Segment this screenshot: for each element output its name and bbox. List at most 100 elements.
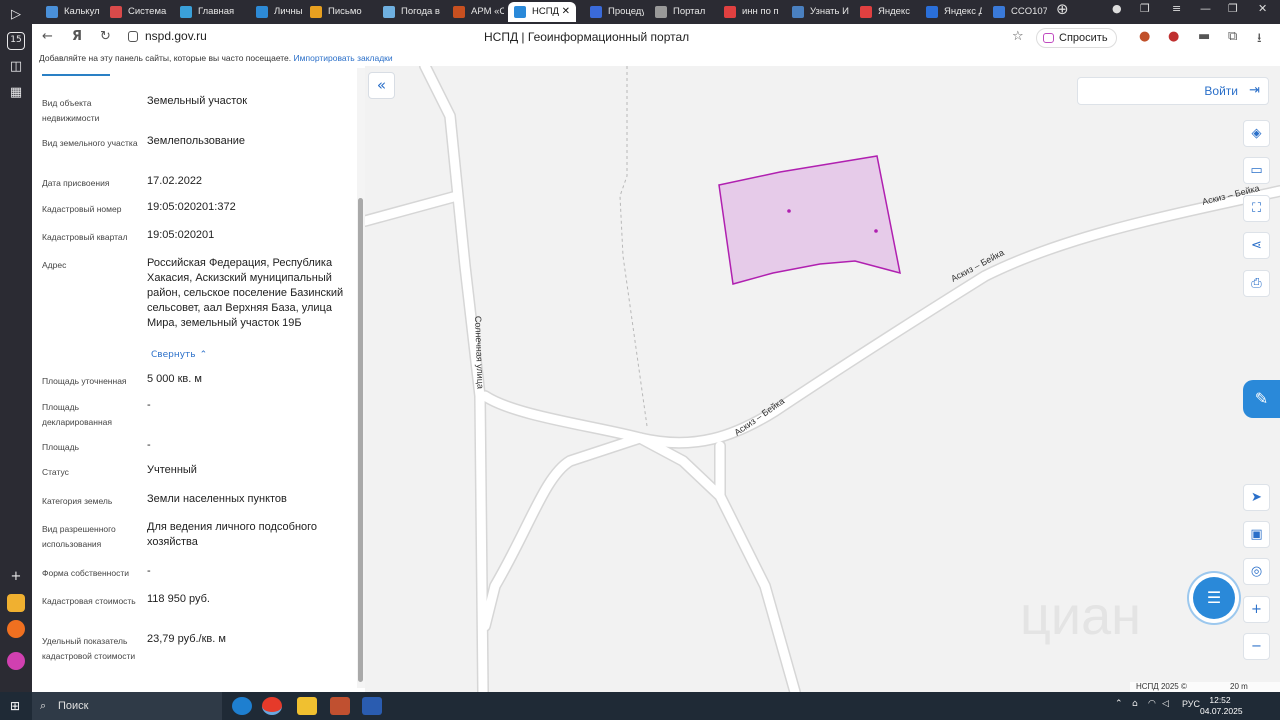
tab-label: Письмо <box>328 6 362 17</box>
tab[interactable]: Яндекс Д <box>920 2 982 22</box>
parcel-marker <box>787 209 791 213</box>
extension-icon[interactable]: ● <box>1139 29 1150 44</box>
info-label: Вид объекта недвижимости <box>42 98 100 123</box>
print-button[interactable]: ⎙ <box>1243 270 1270 297</box>
zoom-out-button[interactable]: − <box>1243 633 1270 660</box>
tab[interactable]: Процеду <box>584 2 644 22</box>
login-button[interactable]: Войти ⇥ <box>1077 77 1269 105</box>
app-icon[interactable] <box>330 697 350 715</box>
extension-icon[interactable]: ▬ <box>1198 29 1210 44</box>
tab[interactable]: Калькул <box>40 2 100 22</box>
geolocation-button[interactable]: ◎ <box>1243 558 1270 585</box>
tab-label: инн по п <box>742 6 779 17</box>
map-canvas[interactable]: Солнечная улица Аскиз – Бейка Аскиз – Бе… <box>365 66 1280 692</box>
yandex-browser-icon[interactable] <box>262 697 282 715</box>
new-tab-icon[interactable]: ⊕ <box>1056 0 1069 18</box>
land-parcel <box>718 155 901 285</box>
browser-sidebar: ▷ 15 ◫ ▦ + <box>0 0 32 692</box>
collections-icon[interactable]: ❐ <box>1140 2 1150 15</box>
tab[interactable]: Портал <box>649 2 713 22</box>
close-tab-icon[interactable]: ✕ <box>562 2 570 22</box>
profile-icon[interactable]: ● <box>1112 2 1122 15</box>
tab[interactable]: Личный <box>250 2 302 22</box>
select-area-button[interactable]: ⛶ <box>1243 195 1270 222</box>
app-icon[interactable] <box>7 620 25 638</box>
import-bookmarks-link[interactable]: Импортировать закладки <box>294 53 393 63</box>
back-icon[interactable]: ← <box>42 29 53 44</box>
ask-button[interactable]: Спросить <box>1036 28 1117 48</box>
collapse-address-link[interactable]: Свернуть ⌃ <box>147 349 207 360</box>
tab[interactable]: Яндекс <box>854 2 916 22</box>
share-button[interactable]: ⋖ <box>1243 232 1270 259</box>
info-label: Кадастровый номер <box>42 204 122 214</box>
tab[interactable]: Узнать И <box>786 2 850 22</box>
calendar-badge[interactable]: 15 <box>7 32 25 50</box>
tab[interactable]: АРМ «Сл <box>447 2 504 22</box>
tab-label: Узнать И <box>810 6 849 17</box>
info-value: - <box>147 399 151 411</box>
extensions-icon[interactable]: ⧉ <box>1228 29 1237 44</box>
zoom-in-button[interactable]: + <box>1243 596 1270 623</box>
info-value: Земли населенных пунктов <box>147 493 287 505</box>
extension-icon[interactable]: ● <box>1168 29 1179 44</box>
assistant-button[interactable]: ✎ <box>1243 380 1280 418</box>
ruler-button[interactable]: ▭ <box>1243 157 1270 184</box>
info-label: Площадь <box>42 442 80 452</box>
tab[interactable]: Система <box>104 2 170 22</box>
wifi-icon[interactable]: ◠ <box>1148 699 1156 709</box>
tab[interactable]: Погода в <box>377 2 443 22</box>
tab-label: CCО1072 <box>1011 6 1047 17</box>
restore-icon[interactable]: ❐ <box>1228 2 1238 15</box>
tab-bar: Калькул Система Главная Личный Письмо Погода … <box>32 0 1280 24</box>
network-icon[interactable]: ⌂ <box>1132 699 1138 709</box>
explorer-icon[interactable] <box>297 697 317 715</box>
add-icon[interactable]: + <box>7 568 25 586</box>
volume-icon[interactable]: ◁ <box>1162 699 1169 709</box>
bookmark-icon[interactable]: ◫ <box>7 58 25 76</box>
language-indicator[interactable]: РУС <box>1182 699 1200 709</box>
tab-label: Процеду <box>608 6 644 17</box>
info-value: 19:05:020201:372 <box>147 201 236 213</box>
tab-label: Яндекс <box>878 6 910 17</box>
tab-favicon <box>46 6 58 18</box>
word-icon[interactable] <box>362 697 382 715</box>
bookmark-star-icon[interactable]: ☆ <box>1012 29 1024 44</box>
info-value: Для ведения личного подсобного хозяйства <box>147 521 318 548</box>
app-icon[interactable] <box>7 594 25 612</box>
tab-label: Яндекс Д <box>944 6 982 17</box>
tab[interactable]: инн по п <box>718 2 782 22</box>
play-icon[interactable]: ▷ <box>7 6 25 24</box>
windows-start-icon[interactable]: ⊞ <box>10 700 22 712</box>
download-icon[interactable]: ⭳ <box>1257 29 1262 51</box>
minimap-button[interactable]: ▣ <box>1243 521 1270 548</box>
clock[interactable]: 12:52 04.07.2025 <box>1200 695 1243 717</box>
apps-icon[interactable]: ▦ <box>7 84 25 102</box>
taskbar-search[interactable]: ⌕ Поиск <box>32 692 222 720</box>
url-field[interactable]: nspd.gov.ru <box>145 29 207 43</box>
info-label: Кадастровая стоимость <box>42 596 136 606</box>
tab-favicon <box>453 6 465 18</box>
yandex-icon[interactable]: Я <box>72 29 82 44</box>
collapse-panel-button[interactable]: « <box>368 72 395 99</box>
reload-icon[interactable]: ↻ <box>100 29 111 44</box>
tab[interactable]: НСПД ✕ <box>508 2 576 22</box>
page-title: НСПД | Геоинформационный портал <box>484 30 690 44</box>
info-label: Форма собственности <box>42 568 129 578</box>
alice-icon[interactable] <box>7 652 25 670</box>
chat-button[interactable]: ☰ <box>1193 577 1235 619</box>
info-value: 17.02.2022 <box>147 175 203 187</box>
edge-icon[interactable] <box>232 697 252 715</box>
tab[interactable]: Письмо <box>304 2 372 22</box>
layers-button[interactable]: ◈ <box>1243 120 1270 147</box>
taskbar: ⊞ ⌕ Поиск ⌃ ⌂ ◠ ◁ РУС 12:52 04.07.2025 <box>0 692 1280 720</box>
tab[interactable]: CCО1072 <box>987 2 1047 22</box>
minimize-icon[interactable]: — <box>1200 2 1211 15</box>
navigate-button[interactable]: ➤ <box>1243 484 1270 511</box>
lock-icon <box>128 31 138 42</box>
menu-icon[interactable]: ≡ <box>1172 2 1181 15</box>
tray-chevron-icon[interactable]: ⌃ <box>1115 699 1123 709</box>
tab-favicon <box>110 6 122 18</box>
panel-scroll-thumb[interactable] <box>358 198 363 682</box>
tab[interactable]: Главная <box>174 2 246 22</box>
close-window-icon[interactable]: ✕ <box>1258 2 1267 15</box>
